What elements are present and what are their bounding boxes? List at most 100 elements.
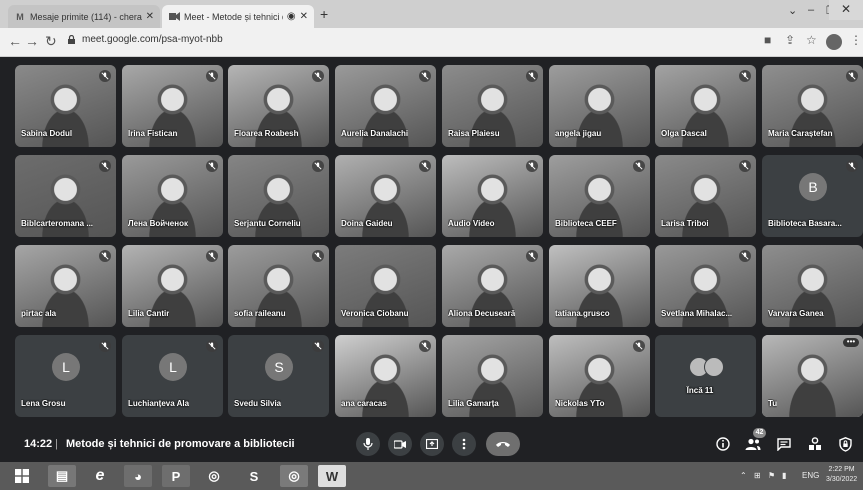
participant-tile[interactable]: Veronica Ciobanu — [335, 245, 436, 327]
self-tile[interactable]: ••• Tu — [762, 335, 863, 417]
taskbar-clock[interactable]: 2:22 PM 3/30/2022 — [826, 465, 857, 485]
mic-muted-icon — [312, 70, 324, 82]
back-icon[interactable]: ← — [8, 33, 22, 49]
reload-icon[interactable]: ↻ — [45, 33, 57, 50]
participant-tile[interactable]: Doina Gaideu — [335, 155, 436, 237]
participant-tile[interactable]: Audio Video — [442, 155, 543, 237]
recording-dot-icon: ◉ — [286, 11, 296, 22]
more-vertical-icon — [462, 438, 466, 450]
participant-tile[interactable]: Raisa Plaiesu — [442, 65, 543, 147]
file-explorer-icon[interactable]: ▤ — [48, 465, 76, 487]
participant-tile[interactable]: Sabina Dodul — [15, 65, 116, 147]
meet-control-bar: 14:22 | Metode și tehnici de promovare a… — [0, 426, 863, 462]
participant-tile[interactable]: Biblcarteromana ... — [15, 155, 116, 237]
participant-tile[interactable]: pirtac ala — [15, 245, 116, 327]
meeting-details-button[interactable] — [714, 435, 732, 453]
word-icon[interactable]: W — [318, 465, 346, 487]
more-participants-tile[interactable]: Încă 11 — [655, 335, 756, 417]
camera-button[interactable] — [388, 432, 412, 456]
share-icon[interactable]: ⇪ — [785, 33, 795, 47]
more-options-button[interactable] — [452, 432, 476, 456]
flag-icon[interactable]: ⚑ — [768, 471, 775, 480]
mic-muted-icon — [846, 70, 858, 82]
participant-tile[interactable]: Irina Fistican — [122, 65, 223, 147]
participant-tile[interactable]: S Svedu Silvia — [228, 335, 329, 417]
participant-tile[interactable]: angela jigau — [549, 65, 650, 147]
chrome-active-icon[interactable]: ◎ — [280, 465, 308, 487]
participant-name: Irina Fistican — [128, 129, 178, 138]
participant-tile[interactable]: Svetlana Mihalac... — [655, 245, 756, 327]
mic-muted-icon — [739, 160, 751, 172]
participant-tile[interactable]: Nickolas YTo — [549, 335, 650, 417]
minimize-button[interactable]: – — [808, 4, 814, 16]
mic-muted-icon — [739, 250, 751, 262]
participant-tile[interactable]: Лена Войченок — [122, 155, 223, 237]
participant-avatar: S — [265, 353, 293, 381]
taskbar-date: 3/30/2022 — [826, 476, 858, 483]
participant-tile[interactable]: Lilia Gamarța — [442, 335, 543, 417]
new-tab-button[interactable]: + — [320, 6, 328, 22]
gmail-icon: M — [16, 11, 24, 22]
tile-more-options-button[interactable]: ••• — [843, 338, 859, 347]
media-player-icon[interactable]: ◕ — [124, 465, 152, 487]
internet-explorer-icon[interactable]: e — [86, 465, 114, 487]
participant-name: Luchianțeva Ala — [128, 399, 190, 408]
camera-indicator-icon[interactable]: ■ — [764, 33, 771, 47]
mic-muted-icon — [99, 70, 111, 82]
others-avatars — [689, 357, 725, 377]
mic-muted-icon — [206, 340, 218, 352]
skype-icon[interactable]: S — [240, 465, 268, 487]
menu-kebab-icon[interactable]: ⋮ — [850, 33, 862, 47]
mic-muted-icon — [419, 160, 431, 172]
chat-button[interactable] — [775, 435, 793, 453]
participant-tile[interactable]: Varvara Ganea — [762, 245, 863, 327]
tray-expand-icon[interactable]: ⌃ — [740, 471, 747, 480]
close-tab-icon[interactable]: ✕ — [300, 11, 308, 22]
activities-button[interactable] — [806, 435, 824, 453]
leave-call-button[interactable] — [486, 432, 520, 456]
tab-search-icon[interactable]: ⌄ — [788, 4, 797, 17]
network-icon[interactable]: ⊞ — [754, 471, 761, 480]
participant-tile[interactable]: L Luchianțeva Ala — [122, 335, 223, 417]
tab-gmail[interactable]: M Mesaje primite (114) - cheradina ✕ — [8, 5, 160, 28]
powerpoint-icon[interactable]: P — [162, 465, 190, 487]
participant-tile[interactable]: L Lena Grosu — [15, 335, 116, 417]
chrome-icon[interactable]: ◎ — [200, 465, 228, 487]
participant-tile[interactable]: B Biblioteca Basara... — [762, 155, 863, 237]
participant-tile[interactable]: Lilia Cantir — [122, 245, 223, 327]
participant-tile[interactable]: Serjantu Corneliu — [228, 155, 329, 237]
windows-start-icon[interactable] — [8, 465, 36, 487]
bookmark-star-icon[interactable]: ☆ — [806, 33, 817, 47]
microphone-button[interactable] — [356, 432, 380, 456]
host-controls-button[interactable] — [836, 435, 854, 453]
tab-meet[interactable]: Meet - Metode și tehnici de ◉ ✕ — [162, 5, 314, 28]
tab-title: Mesaje primite (114) - cheradina — [30, 11, 142, 22]
participant-name: Aurelia Danalachi — [341, 129, 409, 138]
participant-name: angela jigau — [555, 129, 602, 138]
participant-tile[interactable]: tatiana.grusco — [549, 245, 650, 327]
close-tab-icon[interactable]: ✕ — [146, 11, 154, 22]
participant-tile[interactable]: sofia raileanu — [228, 245, 329, 327]
mic-muted-icon — [99, 160, 111, 172]
participant-name: Maria Caraștefan — [768, 129, 833, 138]
participant-tile[interactable]: ana caracas — [335, 335, 436, 417]
participant-tile[interactable]: Aurelia Danalachi — [335, 65, 436, 147]
forward-icon[interactable]: → — [25, 33, 39, 49]
participant-tile[interactable]: Floarea Roabesh — [228, 65, 329, 147]
participant-name: Doina Gaideu — [341, 219, 393, 228]
participant-tile[interactable]: Maria Caraștefan — [762, 65, 863, 147]
participant-tile[interactable]: Olga Dascal — [655, 65, 756, 147]
profile-avatar[interactable] — [826, 34, 842, 50]
participant-name: Biblioteca CEEF — [555, 219, 617, 228]
mic-muted-icon — [99, 340, 111, 352]
windows-taskbar: ▤ e ◕ P ◎ S ◎ W ⌃ ⊞ ⚑ ▮ ENG 2:22 PM 3/30… — [0, 462, 863, 490]
language-indicator[interactable]: ENG — [802, 471, 819, 480]
participant-name: Olga Dascal — [661, 129, 707, 138]
signal-icon[interactable]: ▮ — [782, 471, 786, 480]
participant-tile[interactable]: Biblioteca CEEF — [549, 155, 650, 237]
url-field[interactable]: meet.google.com/psa-myot-nbb — [82, 34, 223, 45]
participant-tile[interactable]: Aliona Decuseară — [442, 245, 543, 327]
participant-tile[interactable]: Larisa Triboi — [655, 155, 756, 237]
window-close-button[interactable]: ✕ — [829, 0, 863, 20]
present-button[interactable] — [420, 432, 444, 456]
